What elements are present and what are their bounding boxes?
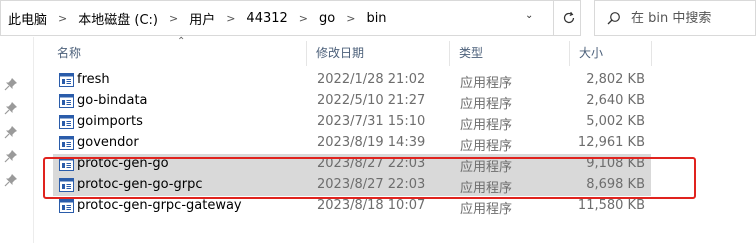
- column-header-bar: ⌃ 名称 修改日期 类型 大小: [34, 36, 756, 68]
- breadcrumb-this-pc[interactable]: 此电脑: [1, 9, 52, 28]
- file-size: 2,802 KB: [586, 72, 645, 87]
- application-file-icon: [59, 94, 74, 108]
- pin-icon[interactable]: [4, 173, 18, 187]
- breadcrumb-bin[interactable]: bin: [361, 11, 391, 26]
- file-type: 应用程序: [460, 181, 513, 196]
- refresh-button[interactable]: [553, 1, 583, 35]
- file-modified-date: 2023/8/27 22:03: [317, 156, 426, 171]
- column-resize-handle[interactable]: [569, 41, 570, 66]
- pin-icon[interactable]: [4, 125, 18, 139]
- file-row[interactable]: protoc-gen-go-grpc 2023/8/27 22:03 应用程序 8,6…: [53, 175, 651, 196]
- file-type: 应用程序: [460, 139, 513, 154]
- file-name: go-bindata: [77, 93, 148, 108]
- application-file-icon: [59, 157, 74, 171]
- address-bar[interactable]: 此电脑 > 本地磁盘 (C:) > 用户 > 44312 > go > bin …: [0, 0, 581, 36]
- file-name: goimports: [77, 114, 143, 129]
- breadcrumb-users[interactable]: 用户: [184, 9, 220, 28]
- file-row[interactable]: protoc-gen-grpc-gateway 2023/8/18 10:07 应用…: [53, 196, 651, 217]
- address-history-dropdown-icon[interactable]: ⌄: [525, 10, 533, 21]
- file-size: 2,640 KB: [586, 93, 645, 108]
- breadcrumb-chevron-icon[interactable]: >: [340, 12, 361, 25]
- search-input[interactable]: [631, 10, 741, 26]
- column-resize-handle[interactable]: [306, 41, 307, 66]
- file-modified-date: 2023/8/19 14:39: [317, 135, 426, 150]
- column-header-size[interactable]: 大小: [579, 37, 603, 68]
- pin-icon[interactable]: [4, 149, 18, 163]
- file-name: protoc-gen-grpc-gateway: [77, 198, 242, 213]
- file-row[interactable]: govendor 2023/8/19 14:39 应用程序 12,961 KB: [53, 133, 651, 154]
- file-size: 11,580 KB: [577, 198, 645, 213]
- sort-ascending-icon: ⌃: [177, 36, 186, 47]
- file-type: 应用程序: [460, 97, 513, 112]
- breadcrumb-chevron-icon[interactable]: >: [220, 12, 241, 25]
- file-type: 应用程序: [460, 118, 513, 133]
- file-modified-date: 2023/7/31 15:10: [317, 114, 426, 129]
- file-modified-date: 2022/5/10 21:27: [317, 93, 426, 108]
- file-type: 应用程序: [460, 202, 513, 217]
- search-icon: [607, 11, 621, 25]
- breadcrumb-chevron-icon[interactable]: >: [163, 12, 184, 25]
- breadcrumb-local-disk[interactable]: 本地磁盘 (C:): [73, 9, 163, 28]
- file-size: 8,698 KB: [586, 177, 645, 192]
- file-name: protoc-gen-go: [77, 156, 169, 171]
- file-type: 应用程序: [460, 76, 513, 91]
- file-modified-date: 2022/1/28 21:02: [317, 72, 426, 87]
- refresh-icon: [563, 11, 574, 24]
- application-file-icon: [59, 199, 74, 213]
- file-modified-date: 2023/8/27 22:03: [317, 177, 426, 192]
- search-box[interactable]: [594, 0, 756, 36]
- breadcrumb-chevron-icon[interactable]: >: [52, 12, 73, 25]
- column-resize-handle[interactable]: [651, 41, 652, 66]
- application-file-icon: [59, 73, 74, 87]
- file-modified-date: 2023/8/18 10:07: [317, 198, 426, 213]
- file-name: protoc-gen-go-grpc: [77, 177, 203, 192]
- breadcrumb-user-folder[interactable]: 44312: [241, 11, 292, 26]
- application-file-icon: [59, 136, 74, 150]
- file-size: 12,961 KB: [577, 135, 645, 150]
- breadcrumb: 此电脑 > 本地磁盘 (C:) > 用户 > 44312 > go > bin: [1, 1, 392, 35]
- file-size: 9,108 KB: [586, 156, 645, 171]
- file-row[interactable]: protoc-gen-go 2023/8/27 22:03 应用程序 9,108 KB: [53, 154, 651, 175]
- file-name: govendor: [77, 135, 139, 150]
- breadcrumb-go[interactable]: go: [314, 11, 340, 26]
- application-file-icon: [59, 115, 74, 129]
- breadcrumb-chevron-icon[interactable]: >: [293, 12, 314, 25]
- file-row[interactable]: goimports 2023/7/31 15:10 应用程序 5,002 KB: [53, 112, 651, 133]
- file-row[interactable]: fresh 2022/1/28 21:02 应用程序 2,802 KB: [53, 70, 651, 91]
- column-header-date[interactable]: 修改日期: [316, 37, 364, 68]
- file-row[interactable]: go-bindata 2022/5/10 21:27 应用程序 2,640 KB: [53, 91, 651, 112]
- pin-icon[interactable]: [4, 77, 18, 91]
- column-header-name[interactable]: 名称: [57, 37, 81, 68]
- pin-icon[interactable]: [4, 101, 18, 115]
- file-type: 应用程序: [460, 160, 513, 175]
- file-size: 5,002 KB: [586, 114, 645, 129]
- navigation-pane: [0, 37, 33, 243]
- application-file-icon: [59, 178, 74, 192]
- column-resize-handle[interactable]: [449, 41, 450, 66]
- file-name: fresh: [77, 72, 110, 87]
- column-header-type[interactable]: 类型: [459, 37, 483, 68]
